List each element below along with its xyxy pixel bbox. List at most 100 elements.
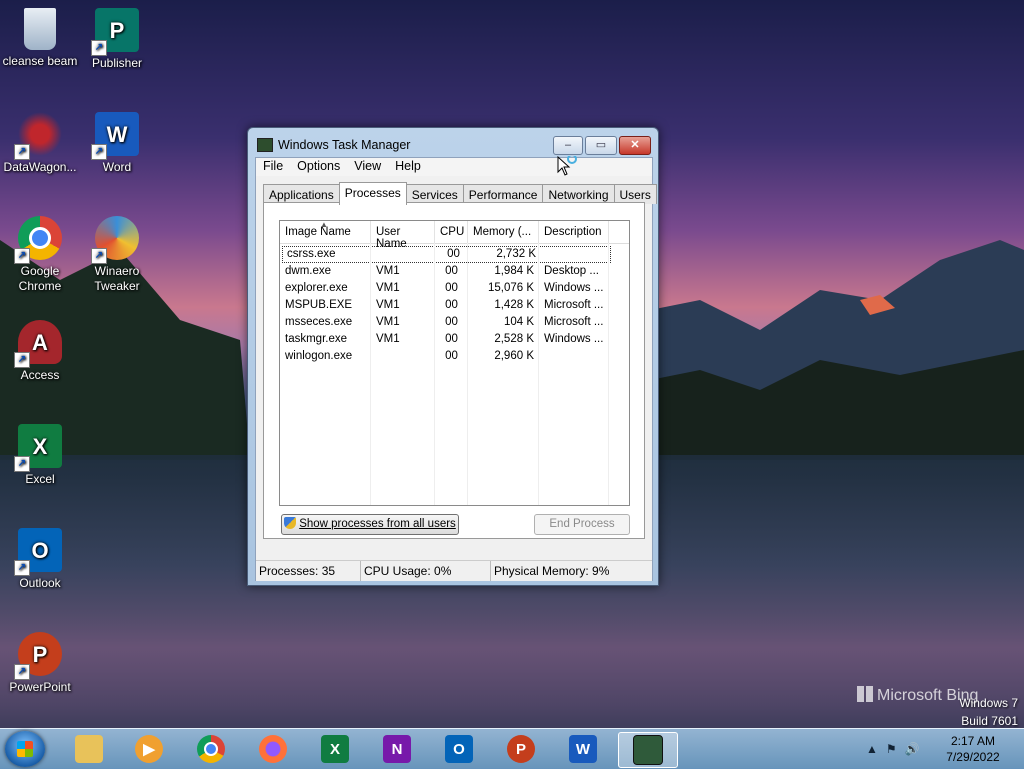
process-image-name: MSPUB.EXE [285,299,353,311]
volume-icon[interactable]: 🔊 [905,742,920,756]
powerpoint-icon: P [507,735,535,763]
microsoft-logo-icon [857,686,873,702]
os-version-text: Windows 7 Build 7601 [959,694,1018,730]
chrome-icon: ↗ [14,216,62,264]
process-row[interactable]: msseces.exe VM1 00 104 K Microsoft ... [280,314,629,331]
close-button[interactable]: ✕ [619,136,651,155]
process-cpu: 00 [445,265,458,277]
tab-performance[interactable]: Performance [462,184,544,204]
process-cpu: 00 [447,248,460,260]
desktop-icon-word[interactable]: W ↗ Word [77,112,157,175]
desktop-icon-label: DataWagon... [3,160,77,174]
recycle-bin-icon [24,8,56,50]
taskbar-task-manager[interactable] [618,732,678,768]
desktop-icon-outlook[interactable]: O ↗ Outlook [0,528,80,591]
tab-applications[interactable]: Applications [263,184,340,204]
process-row[interactable]: dwm.exe VM1 00 1,984 K Desktop ... [280,263,629,280]
outlook-icon: O [445,735,473,763]
taskbar-onenote[interactable]: N [370,732,424,766]
column-header-description[interactable]: Description [539,221,609,243]
tab-networking[interactable]: Networking [542,184,615,204]
taskbar-excel[interactable]: X [308,732,362,766]
desktop-icon-label: Publisher [91,56,143,70]
column-header-cpu[interactable]: CPU [435,221,468,243]
desktop-icon-excel[interactable]: X ↗ Excel [0,424,80,487]
column-header-user-name[interactable]: User Name [371,221,435,250]
mouse-cursor-busy-icon [557,156,577,176]
menu-view[interactable]: View [347,158,388,176]
process-user-name [371,348,435,365]
process-description: Windows ... [544,333,604,345]
process-description [541,246,611,263]
column-header-memory[interactable]: Memory (... [468,221,539,243]
tab-users[interactable]: Users [613,184,657,204]
word-icon: W ↗ [91,112,139,160]
outlook-icon: O ↗ [14,528,62,576]
taskbar-clock[interactable]: 2:17 AM 7/29/2022 [940,733,1006,765]
desktop-icon-datawagon[interactable]: ↗ DataWagon... [0,112,80,175]
desktop-icon-recycle-bin[interactable]: cleanse beam [0,8,80,69]
window-title: Windows Task Manager [278,138,411,152]
minimize-button[interactable]: – [553,136,583,155]
process-description: Windows ... [544,282,604,294]
media-player-icon: ▶ [135,735,163,763]
shortcut-arrow-icon: ↗ [14,664,30,680]
windows-logo-icon [17,741,33,757]
process-user-name: VM1 [376,265,400,277]
end-process-button[interactable]: End Process [534,514,630,535]
process-row[interactable]: taskmgr.exe VM1 00 2,528 K Windows ... [280,331,629,348]
task-manager-icon [633,735,663,765]
desktop-icon-label: Access [20,368,60,382]
process-image-name: winlogon.exe [285,350,353,362]
status-physical-memory: Physical Memory: 9% [494,564,610,578]
start-button[interactable] [5,731,45,767]
shortcut-arrow-icon: ↗ [14,248,30,264]
excel-icon: X [321,735,349,763]
taskbar-outlook[interactable]: O [432,732,486,766]
tab-processes[interactable]: Processes [338,182,407,205]
desktop-icon-label: Outlook [19,576,61,590]
taskbar-chrome[interactable] [184,732,238,766]
shortcut-arrow-icon: ↗ [14,560,30,576]
status-cpu-usage: CPU Usage: 0% [361,561,491,581]
show-hidden-icons-icon[interactable]: ▲ [866,742,878,756]
status-processes: Processes: 35 [256,561,361,581]
desktop-icon-winaero[interactable]: ↗ Winaero Tweaker [77,216,157,294]
process-row[interactable]: winlogon.exe 00 2,960 K [280,348,629,365]
process-memory: 2,732 K [496,248,536,260]
shortcut-arrow-icon: ↗ [14,456,30,472]
column-header-image-name[interactable]: ▲ Image Name [280,221,371,243]
taskbar-explorer[interactable] [62,732,116,766]
menu-help[interactable]: Help [388,158,428,176]
os-name: Windows 7 [959,696,1018,710]
process-image-name: explorer.exe [285,282,348,294]
access-icon: A ↗ [14,320,62,368]
shortcut-arrow-icon: ↗ [14,144,30,160]
desktop-icon-chrome[interactable]: ↗ Google Chrome [0,216,80,294]
shortcut-arrow-icon: ↗ [91,40,107,56]
desktop-icon-label: PowerPoint [9,680,71,694]
desktop-icon-publisher[interactable]: P ↗ Publisher [77,8,157,71]
process-row[interactable]: MSPUB.EXE VM1 00 1,428 K Microsoft ... [280,297,629,314]
maximize-button[interactable]: ▭ [585,136,617,155]
action-center-icon[interactable]: ⚑ [886,742,897,756]
taskbar-firefox[interactable] [246,732,300,766]
desktop-icon-access[interactable]: A ↗ Access [0,320,80,383]
menu-file[interactable]: File [256,158,290,176]
process-list[interactable]: ▲ Image Name User Name CPU Memory (... De… [279,220,630,506]
desktop-icon-powerpoint[interactable]: P ↗ PowerPoint [0,632,80,695]
tab-services[interactable]: Services [405,184,464,204]
show-all-processes-button[interactable]: Show processes from all users [281,514,459,535]
process-row[interactable]: explorer.exe VM1 00 15,076 K Windows ... [280,280,629,297]
menu-options[interactable]: Options [290,158,347,176]
uac-shield-icon [284,517,297,529]
process-memory: 1,984 K [494,265,534,277]
process-row[interactable]: csrss.exe 00 2,732 K [282,246,611,263]
process-cpu: 00 [445,333,458,345]
title-bar[interactable]: Windows Task Manager – ▭ ✕ [248,128,658,158]
taskbar-media-player[interactable]: ▶ [122,732,176,766]
taskbar-word[interactable]: W [556,732,610,766]
taskbar-powerpoint[interactable]: P [494,732,548,766]
process-cpu: 00 [445,350,458,362]
task-manager-window[interactable]: Windows Task Manager – ▭ ✕ File Options … [247,127,659,586]
